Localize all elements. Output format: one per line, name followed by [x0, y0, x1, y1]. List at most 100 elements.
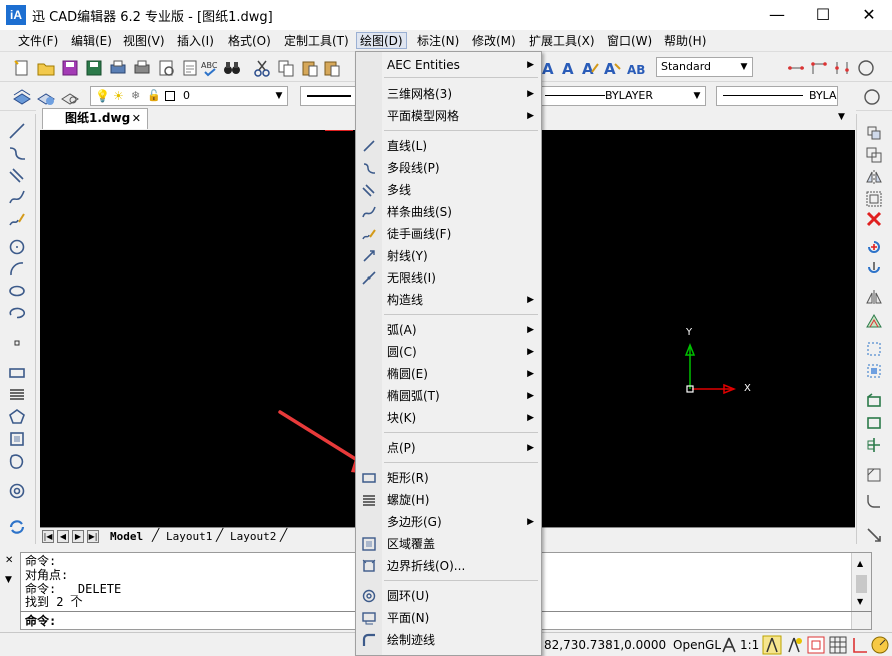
- donut-icon[interactable]: [8, 482, 26, 500]
- print-icon[interactable]: [132, 58, 152, 78]
- menu-item-freehand[interactable]: 徒手画线(F): [356, 223, 540, 245]
- layer-manager-icon[interactable]: [12, 87, 32, 107]
- command-scrollbar[interactable]: ▲ ▼: [851, 553, 871, 629]
- helix-icon[interactable]: [8, 386, 26, 404]
- command-prompt[interactable]: 命令:: [25, 615, 56, 628]
- move-icon[interactable]: [865, 260, 883, 278]
- dimension-ordinate-icon[interactable]: [832, 58, 852, 78]
- menu-item-block[interactable]: 块(K) ▶: [356, 407, 540, 429]
- scale-icon[interactable]: [865, 362, 883, 380]
- minimize-button[interactable]: —: [754, 0, 800, 30]
- edit-text-icon[interactable]: A: [580, 58, 600, 78]
- text-find-icon[interactable]: AB: [626, 58, 646, 78]
- document-tab[interactable]: 图纸1.dwg ✕: [42, 108, 148, 129]
- paste-icon[interactable]: [300, 58, 320, 78]
- first-layout-icon[interactable]: |◀: [42, 530, 54, 543]
- freehand-icon[interactable]: [8, 210, 26, 228]
- tab-model[interactable]: Model: [110, 530, 143, 543]
- last-layout-icon[interactable]: ▶|: [87, 530, 99, 543]
- arc-icon[interactable]: [8, 260, 26, 278]
- erase-icon[interactable]: [865, 124, 883, 142]
- array-icon[interactable]: [865, 312, 883, 330]
- scroll-up-icon[interactable]: ▲: [857, 559, 863, 568]
- menu-file[interactable]: 文件(F): [15, 33, 61, 50]
- cut-icon[interactable]: [252, 58, 272, 78]
- menu-item-aec-entities[interactable]: AEC Entities ▶: [356, 54, 540, 76]
- menu-item-donut[interactable]: 圆环(U): [356, 585, 540, 607]
- text-style-dropdown[interactable]: Standard ▼: [656, 57, 753, 77]
- opengl-indicator[interactable]: OpenGL: [673, 638, 721, 652]
- menu-item-planar-mesh[interactable]: 平面模型网格 ▶: [356, 105, 540, 127]
- tab-layout2[interactable]: Layout2: [230, 530, 276, 543]
- ellipse-icon[interactable]: [8, 282, 26, 300]
- dimension-radius-icon[interactable]: [856, 58, 876, 78]
- linetype-dropdown[interactable]: BYLAYER ▼: [538, 86, 706, 106]
- open-folder-icon[interactable]: [36, 58, 56, 78]
- menu-view[interactable]: 视图(V): [120, 33, 168, 50]
- polar-tracking-icon[interactable]: [870, 635, 890, 655]
- chamfer-icon[interactable]: [865, 466, 883, 484]
- menu-item-spline[interactable]: 样条曲线(S): [356, 201, 540, 223]
- trim-icon[interactable]: [865, 392, 883, 410]
- fillet-icon[interactable]: [865, 492, 883, 510]
- extend-icon[interactable]: [865, 414, 883, 432]
- new-file-icon[interactable]: [12, 58, 32, 78]
- menu-item-wipeout[interactable]: 区域覆盖: [356, 533, 540, 555]
- layer-previous-icon[interactable]: [60, 87, 80, 107]
- polygon-icon[interactable]: [8, 408, 26, 426]
- find-binoculars-icon[interactable]: [222, 58, 242, 78]
- menu-item-point[interactable]: 点(P) ▶: [356, 437, 540, 459]
- next-layout-icon[interactable]: ▶: [72, 530, 84, 543]
- menu-item-ray[interactable]: 射线(Y): [356, 245, 540, 267]
- circle-tool-icon[interactable]: [862, 87, 882, 107]
- scroll-down-icon[interactable]: ▼: [857, 597, 863, 606]
- annotation-scale-value[interactable]: 1:1: [740, 638, 759, 652]
- spell-check-icon[interactable]: ABC: [200, 58, 220, 78]
- menu-window[interactable]: 窗口(W): [604, 33, 655, 50]
- menu-item-polygon[interactable]: 多边形(G) ▶: [356, 511, 540, 533]
- close-panel-icon[interactable]: ✕: [5, 555, 13, 566]
- tab-layout1[interactable]: Layout1: [166, 530, 212, 543]
- rectangle-icon[interactable]: [8, 364, 26, 382]
- menu-item-rectangle[interactable]: 矩形(R): [356, 467, 540, 489]
- menu-item-ellipse[interactable]: 椭圆(E) ▶: [356, 363, 540, 385]
- menu-item-arc[interactable]: 弧(A) ▶: [356, 319, 540, 341]
- snap-grid-icon[interactable]: [806, 635, 826, 655]
- menu-item-plane[interactable]: 平面(N): [356, 607, 540, 629]
- menu-item-construction-line[interactable]: 构造线 ▶: [356, 289, 540, 311]
- paste-special-icon[interactable]: [322, 58, 342, 78]
- menu-extended-tools[interactable]: 扩展工具(X): [526, 33, 598, 50]
- spline-icon[interactable]: [8, 188, 26, 206]
- menu-item-circle[interactable]: 圆(C) ▶: [356, 341, 540, 363]
- menu-dimension[interactable]: 标注(N): [414, 33, 462, 50]
- menu-item-line[interactable]: 直线(L): [356, 135, 540, 157]
- print-preview-icon[interactable]: [108, 58, 128, 78]
- auto-scale-icon[interactable]: [784, 635, 804, 655]
- tab-list-chevron-icon[interactable]: ▼: [838, 112, 845, 122]
- scale-text-icon[interactable]: A: [602, 58, 622, 78]
- document-properties-icon[interactable]: [180, 58, 200, 78]
- polyline-icon[interactable]: [8, 144, 26, 162]
- ellipse-arc-icon[interactable]: [8, 304, 26, 322]
- lineweight-dropdown[interactable]: BYLA: [716, 86, 838, 106]
- stretch-icon[interactable]: [865, 340, 883, 358]
- layer-dropdown[interactable]: 💡 ☀ ❄ 🔓 0 ▼: [90, 86, 288, 106]
- save-icon[interactable]: [60, 58, 80, 78]
- offset-icon[interactable]: [865, 190, 883, 208]
- previous-layout-icon[interactable]: ◀: [57, 530, 69, 543]
- mtext-a-icon[interactable]: A: [558, 58, 578, 78]
- menu-item-trace[interactable]: 绘制迹线: [356, 629, 540, 651]
- copy-object-icon[interactable]: [865, 146, 883, 164]
- layer-states-icon[interactable]: [36, 87, 56, 107]
- mirror-icon[interactable]: [865, 168, 883, 186]
- mirror-line-icon[interactable]: [865, 288, 883, 306]
- break-icon[interactable]: [865, 436, 883, 454]
- export-pdf-icon[interactable]: [156, 58, 176, 78]
- explode-icon[interactable]: [865, 526, 883, 544]
- menu-item-helix[interactable]: 螺旋(H): [356, 489, 540, 511]
- copy-icon[interactable]: [276, 58, 296, 78]
- menu-format[interactable]: 格式(O): [225, 33, 274, 50]
- command-panel-grip[interactable]: ✕ ▼: [2, 553, 18, 631]
- menu-item-ellipse-arc[interactable]: 椭圆弧(T) ▶: [356, 385, 540, 407]
- chevron-down-icon[interactable]: ▼: [5, 575, 12, 585]
